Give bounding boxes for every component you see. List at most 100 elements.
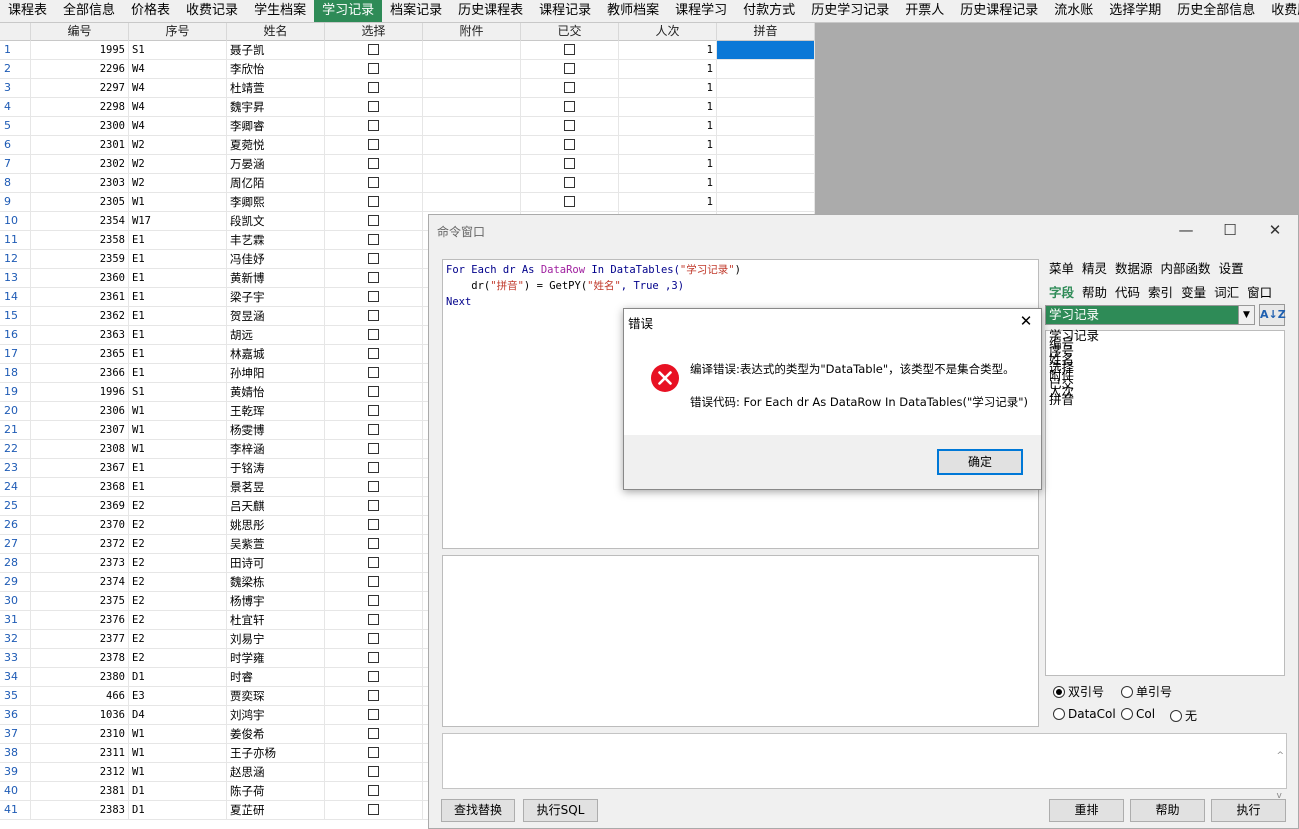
cell-seq[interactable]: W2 [129,136,227,154]
tab-2[interactable]: 价格表 [123,0,178,22]
cell-id[interactable]: 2302 [31,155,129,173]
checkbox[interactable] [564,138,575,150]
checkbox[interactable] [368,252,379,264]
tab-4[interactable]: 学生档案 [246,0,314,22]
cell-seq[interactable]: E1 [129,231,227,249]
cell-submitted[interactable] [521,174,619,192]
cell-id[interactable]: 2381 [31,782,129,800]
table-row[interactable]: 6 2301 W2 夏菀悦 1 [0,136,815,155]
cell-seq[interactable]: D1 [129,782,227,800]
ok-button[interactable]: 确定 [937,449,1023,475]
maximize-icon[interactable]: ☐ [1213,219,1247,241]
cell-select[interactable] [325,630,423,648]
table-row[interactable]: 8 2303 W2 周亿陌 1 [0,174,815,193]
checkbox[interactable] [368,309,379,321]
cell-name[interactable]: 魏宇昇 [227,98,325,116]
cell-select[interactable] [325,41,423,59]
cell-name[interactable]: 胡远 [227,326,325,344]
checkbox[interactable] [564,43,575,55]
checkbox[interactable] [368,708,379,720]
cell-name[interactable]: 田诗可 [227,554,325,572]
cell-submitted[interactable] [521,98,619,116]
cell-attachment[interactable] [423,98,521,116]
cell-id[interactable]: 2363 [31,326,129,344]
helper-tool-tools_row1-3[interactable]: 内部函数 [1157,259,1215,279]
table-row[interactable]: 4 2298 W4 魏宇昇 1 [0,98,815,117]
checkbox[interactable] [368,81,379,93]
cell-select[interactable] [325,744,423,762]
checkbox[interactable] [368,404,379,416]
cell-id[interactable]: 2380 [31,668,129,686]
cell-select[interactable] [325,364,423,382]
cell-seq[interactable]: W4 [129,60,227,78]
cell-seq[interactable]: W1 [129,440,227,458]
table-row[interactable]: 5 2300 W4 李卿睿 1 [0,117,815,136]
cell-select[interactable] [325,706,423,724]
checkbox[interactable] [368,366,379,378]
cell-name[interactable]: 于铭涛 [227,459,325,477]
cell-select[interactable] [325,611,423,629]
cell-select[interactable] [325,687,423,705]
cell-seq[interactable]: W1 [129,193,227,211]
cell-select[interactable] [325,497,423,515]
cell-select[interactable] [325,782,423,800]
checkbox[interactable] [368,176,379,188]
radio-single-quote[interactable]: 单引号 [1121,683,1172,700]
cell-name[interactable]: 梁子宇 [227,288,325,306]
cell-name[interactable]: 林嘉城 [227,345,325,363]
cell-id[interactable]: 2361 [31,288,129,306]
col-header-submitted[interactable]: 已交 [521,23,619,41]
cell-id[interactable]: 2308 [31,440,129,458]
tab-7[interactable]: 历史课程表 [450,0,531,22]
cell-pinyin[interactable] [717,41,815,59]
helper-tool-tools_row2-0[interactable]: 字段 [1045,283,1078,303]
checkbox[interactable] [368,385,379,397]
tab-16[interactable]: 选择学期 [1101,0,1169,22]
checkbox[interactable] [368,537,379,549]
cell-seq[interactable]: E1 [129,345,227,363]
checkbox[interactable] [368,499,379,511]
cell-select[interactable] [325,573,423,591]
cell-seq[interactable]: W1 [129,763,227,781]
cell-pinyin[interactable] [717,136,815,154]
col-header-select[interactable]: 选择 [325,23,423,41]
helper-tool-tools_row2-3[interactable]: 索引 [1144,283,1177,303]
cell-id[interactable]: 2368 [31,478,129,496]
checkbox[interactable] [368,670,379,682]
cell-attachment[interactable] [423,79,521,97]
helper-tool-tools_row2-1[interactable]: 帮助 [1078,283,1111,303]
cell-name[interactable]: 段凯文 [227,212,325,230]
cell-name[interactable]: 王子亦杨 [227,744,325,762]
table-row[interactable]: 3 2297 W4 杜靖萱 1 [0,79,815,98]
cell-seq[interactable]: E2 [129,497,227,515]
cell-id[interactable]: 2305 [31,193,129,211]
cell-id[interactable]: 2310 [31,725,129,743]
cell-id[interactable]: 2369 [31,497,129,515]
checkbox[interactable] [368,214,379,226]
cell-name[interactable]: 吕天麒 [227,497,325,515]
cell-count[interactable]: 1 [619,193,717,211]
cell-seq[interactable]: E1 [129,307,227,325]
close-icon[interactable]: ✕ [1015,311,1037,331]
cell-name[interactable]: 聂子凯 [227,41,325,59]
cell-select[interactable] [325,725,423,743]
cell-submitted[interactable] [521,79,619,97]
reset-button[interactable]: 重排 [1049,799,1124,822]
cell-attachment[interactable] [423,193,521,211]
cell-select[interactable] [325,763,423,781]
cell-select[interactable] [325,79,423,97]
tab-8[interactable]: 课程记录 [531,0,599,22]
cell-name[interactable]: 陈子荷 [227,782,325,800]
checkbox[interactable] [368,347,379,359]
cell-select[interactable] [325,459,423,477]
cell-seq[interactable]: W2 [129,174,227,192]
cell-name[interactable]: 夏菀悦 [227,136,325,154]
cell-submitted[interactable] [521,60,619,78]
cell-id[interactable]: 2362 [31,307,129,325]
cell-select[interactable] [325,288,423,306]
cell-select[interactable] [325,193,423,211]
cell-count[interactable]: 1 [619,98,717,116]
tab-14[interactable]: 历史课程记录 [952,0,1046,22]
cell-name[interactable]: 时睿 [227,668,325,686]
checkbox[interactable] [368,271,379,283]
